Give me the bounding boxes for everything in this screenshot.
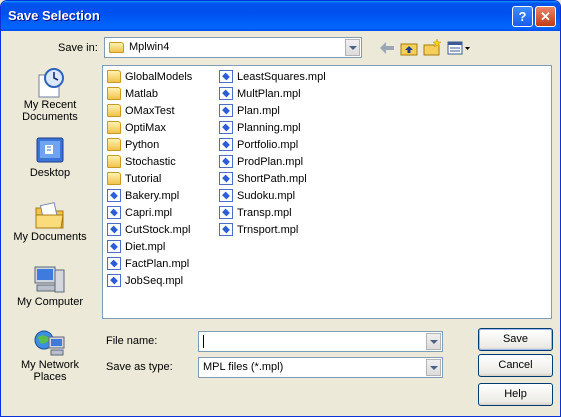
mpl-file-icon (107, 274, 121, 287)
place-label: My Documents (13, 231, 87, 243)
mpl-file-icon (107, 257, 121, 270)
back-arrow-icon[interactable] (377, 38, 397, 58)
folder-icon (107, 70, 121, 83)
chevron-down-icon[interactable] (345, 39, 360, 56)
save-dialog: Save Selection ? ✕ Save in: Mplwin4 My R… (0, 0, 561, 417)
save-in-label: Save in: (58, 42, 98, 54)
place-my-documents[interactable]: My Documents (4, 199, 96, 243)
save-in-value: Mplwin4 (129, 41, 170, 53)
folder-icon (107, 155, 121, 168)
mpl-file-icon (219, 121, 233, 134)
folder-documents-icon (35, 202, 64, 229)
mpl-file-icon (219, 189, 233, 202)
folder-icon (107, 121, 121, 134)
place-desktop[interactable]: Desktop (4, 135, 96, 179)
folder-icon (109, 42, 124, 53)
network-icon (34, 330, 65, 356)
place-label: My Network Places (20, 359, 80, 383)
places-bar: My Recent Documents Desktop My Documents (4, 63, 96, 412)
mpl-file-icon (219, 87, 233, 100)
up-folder-icon[interactable] (399, 38, 419, 58)
mpl-file-icon (107, 189, 121, 202)
computer-icon (34, 266, 65, 293)
folder-icon (107, 87, 121, 100)
cancel-button[interactable]: Cancel (478, 354, 553, 377)
help-title-button[interactable]: ? (512, 6, 533, 27)
file-name-label: File name: (106, 335, 158, 347)
mpl-file-icon (107, 206, 121, 219)
place-my-recent-documents[interactable]: My Recent Documents (4, 67, 96, 123)
place-label: My Recent Documents (22, 99, 78, 123)
save-as-type-dropdown[interactable]: MPL files (*.mpl) (198, 357, 443, 378)
save-as-type-label: Save as type: (106, 361, 173, 373)
mpl-file-icon (219, 70, 233, 83)
mpl-file-icon (219, 223, 233, 236)
place-label: My Computer (16, 296, 84, 308)
title-bar[interactable]: Save Selection ? ✕ (1, 1, 560, 31)
mpl-file-icon (219, 104, 233, 117)
mpl-file-icon (219, 138, 233, 151)
mpl-file-icon (219, 155, 233, 168)
file-name-input[interactable] (198, 331, 443, 352)
new-folder-icon[interactable] (422, 38, 442, 58)
folder-icon (107, 172, 121, 185)
mpl-file-icon (219, 206, 233, 219)
view-menu-icon[interactable] (446, 38, 472, 58)
place-my-network-places[interactable]: My Network Places (4, 327, 96, 383)
mpl-file-icon (107, 240, 121, 253)
save-button[interactable]: Save (478, 328, 553, 351)
desktop-icon (36, 137, 64, 163)
close-button[interactable]: ✕ (535, 6, 556, 27)
folder-icon (107, 104, 121, 117)
place-my-computer[interactable]: My Computer (4, 264, 96, 308)
text-cursor (203, 335, 204, 348)
chevron-down-icon[interactable] (426, 333, 441, 350)
mpl-file-icon (107, 223, 121, 236)
clock-documents-icon (38, 68, 64, 98)
folder-icon (107, 138, 121, 151)
chevron-down-icon[interactable] (426, 359, 441, 376)
mpl-file-icon (219, 172, 233, 185)
file-list[interactable]: GlobalModels Matlab OMaxTest OptiMax Pyt… (102, 65, 552, 319)
help-button[interactable]: Help (478, 383, 553, 406)
window-title: Save Selection (8, 8, 100, 23)
place-label: Desktop (29, 167, 71, 179)
save-in-dropdown[interactable]: Mplwin4 (104, 37, 362, 58)
